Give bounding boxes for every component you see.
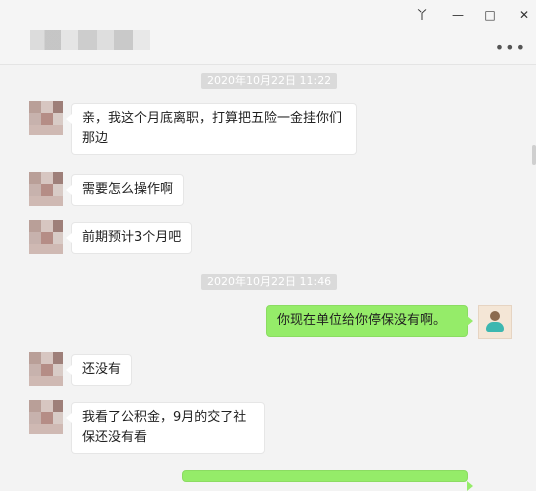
chat-header: 丫 — □ ✕ •••	[0, 0, 536, 65]
message-bubble-incoming[interactable]: 前期预计3个月吧	[65, 222, 193, 254]
message-bubble-incoming[interactable]: 我看了公积金，9月的交了社保还没有看	[66, 402, 265, 454]
close-icon[interactable]: ✕	[513, 6, 535, 24]
contact-avatar[interactable]	[29, 172, 63, 206]
contact-name-blurred	[30, 30, 150, 50]
message-bubble-incoming[interactable]: 亲，我这个月底离职，打算把五险一金挂你们那边	[66, 103, 357, 155]
contact-avatar[interactable]	[29, 352, 63, 386]
message-bubble-outgoing[interactable]: 你现在单位给你停保没有啊。	[266, 305, 473, 337]
contact-avatar[interactable]	[29, 220, 63, 254]
contact-avatar[interactable]	[29, 400, 63, 434]
minimize-icon[interactable]: —	[447, 6, 469, 24]
message-bubble-incoming[interactable]: 需要怎么操作啊	[65, 174, 185, 206]
message-bubble-incoming[interactable]: 还没有	[65, 354, 133, 386]
contact-avatar[interactable]	[29, 101, 63, 135]
maximize-icon[interactable]: □	[479, 6, 501, 24]
pin-icon[interactable]: 丫	[411, 6, 433, 24]
message-bubble-outgoing-partial[interactable]	[182, 470, 473, 491]
scrollbar[interactable]	[532, 145, 536, 165]
timestamp: 2020年10月22日 11:46	[201, 274, 338, 290]
my-avatar[interactable]	[478, 305, 512, 339]
timestamp: 2020年10月22日 11:22	[201, 73, 338, 89]
more-options-button[interactable]: •••	[495, 38, 526, 57]
chat-message-list[interactable]: 2020年10月22日 11:22 亲，我这个月底离职，打算把五险一金挂你们那边…	[0, 65, 536, 491]
